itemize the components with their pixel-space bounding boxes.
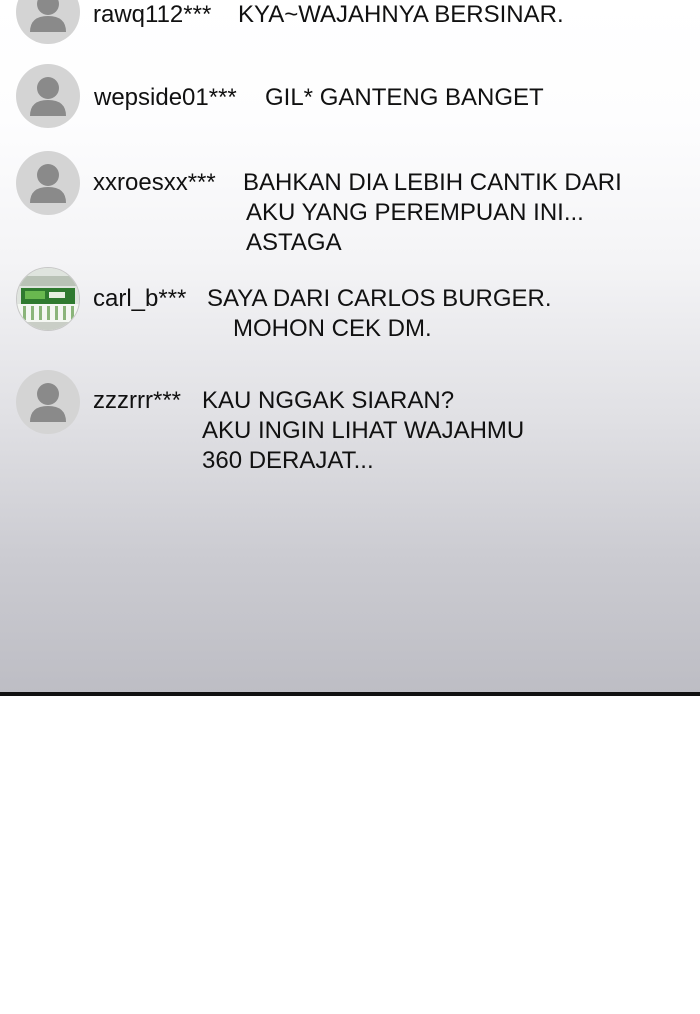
comment-line: SAYA DARI CARLOS BURGER.	[207, 285, 552, 312]
comment-text: BAHKAN DIA LEBIH CANTIK DARI AKU YANG PE…	[243, 168, 622, 258]
comment-text: GIL* GANTENG BANGET	[265, 83, 544, 113]
comment-text: KYA~WAJAHNYA BERSINAR.	[238, 0, 564, 30]
comment-panel: rawq112*** KYA~WAJAHNYA BERSINAR. wepsid…	[0, 0, 700, 694]
comment-line: KAU NGGAK SIARAN?	[202, 387, 455, 414]
comment-line: AKU YANG PEREMPUAN INI...	[246, 199, 584, 226]
default-user-icon	[30, 383, 66, 422]
burger-shop-photo	[17, 268, 79, 330]
comment-line: 360 DERAJAT...	[202, 447, 374, 474]
default-user-icon	[30, 77, 66, 116]
avatar[interactable]	[16, 370, 80, 434]
comment-username[interactable]: wepside01***	[94, 83, 237, 113]
comment-text: SAYA DARI CARLOS BURGER. MOHON CEK DM.	[207, 284, 552, 344]
comment-username[interactable]: zzzrrr***	[93, 386, 181, 416]
comment-line: GIL* GANTENG BANGET	[265, 84, 544, 111]
comment-line: KYA~WAJAHNYA BERSINAR.	[238, 1, 564, 28]
avatar[interactable]	[16, 267, 80, 331]
comment-line: ASTAGA	[246, 229, 342, 256]
comment-text: KAU NGGAK SIARAN? AKU INGIN LIHAT WAJAHM…	[202, 386, 524, 476]
blank-area	[0, 696, 700, 1014]
avatar[interactable]	[16, 0, 80, 44]
comment-line: AKU INGIN LIHAT WAJAHMU	[202, 417, 525, 444]
avatar[interactable]	[16, 64, 80, 128]
comment-line: MOHON CEK DM.	[233, 315, 432, 342]
default-user-icon	[30, 0, 66, 32]
avatar[interactable]	[16, 151, 80, 215]
default-user-icon	[30, 164, 66, 203]
comment-username[interactable]: carl_b***	[93, 284, 186, 314]
comment-line: BAHKAN DIA LEBIH CANTIK DARI	[243, 169, 622, 196]
comment-username[interactable]: rawq112***	[93, 0, 211, 30]
comment-username[interactable]: xxroesxx***	[93, 168, 216, 198]
